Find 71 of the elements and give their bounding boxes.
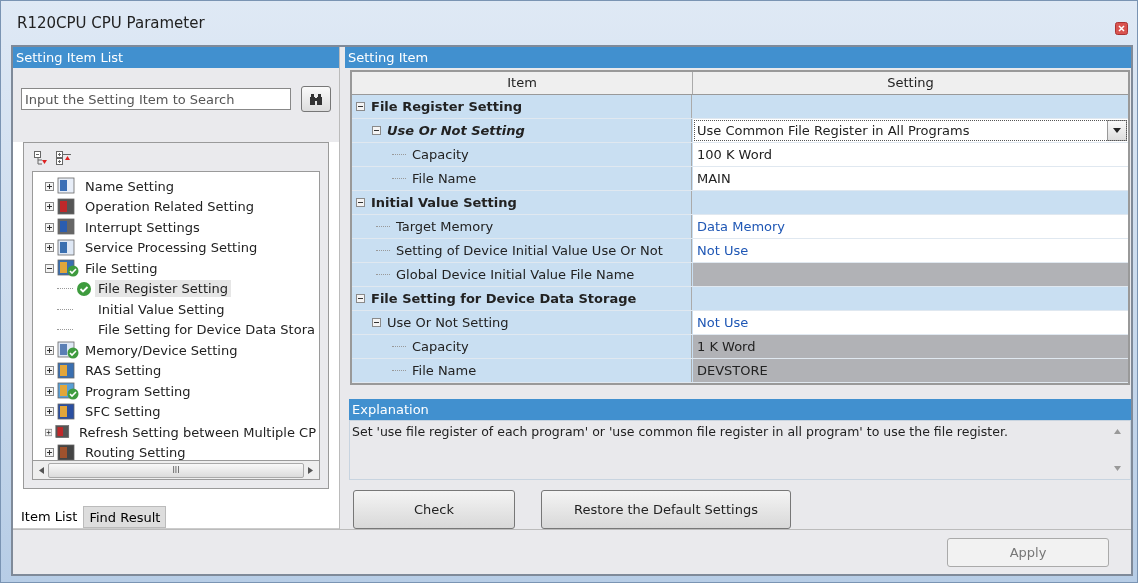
- setting-cell: DEVSTORE: [693, 359, 1128, 382]
- tree-item[interactable]: RAS Setting: [82, 362, 165, 380]
- item-label: Capacity: [412, 147, 469, 162]
- close-icon[interactable]: [1115, 21, 1128, 35]
- tree-item[interactable]: Refresh Setting between Multiple CP: [76, 423, 319, 441]
- collapse-icon[interactable]: [356, 294, 365, 303]
- caret-icon: [1113, 128, 1121, 133]
- tree-item[interactable]: File Setting for Device Data Stora: [95, 321, 318, 339]
- collapse-icon[interactable]: [372, 126, 381, 135]
- expand-icon[interactable]: [45, 181, 54, 191]
- setting-dropdown[interactable]: Use Common File Register in All Programs: [693, 119, 1128, 142]
- tree-item[interactable]: Initial Value Setting: [95, 300, 228, 318]
- expand-icon[interactable]: [45, 345, 54, 355]
- setting-cell[interactable]: 100 K Word: [693, 143, 1128, 166]
- tree-item[interactable]: File Setting: [82, 259, 161, 277]
- tree-item[interactable]: Program Setting: [82, 382, 194, 400]
- expand-all-icon[interactable]: [56, 151, 72, 165]
- tree-item[interactable]: Routing Setting: [82, 444, 189, 460]
- collapse-icon[interactable]: [356, 198, 365, 207]
- setting-cell[interactable]: MAIN: [693, 167, 1128, 190]
- expand-icon[interactable]: [45, 386, 54, 396]
- scroll-right-icon[interactable]: [308, 466, 313, 474]
- collapse-icon[interactable]: [356, 102, 365, 111]
- collapse-icon[interactable]: [372, 318, 381, 327]
- expand-icon[interactable]: [45, 427, 53, 437]
- action-button[interactable]: Check: [353, 490, 515, 529]
- expand-icon[interactable]: [45, 407, 54, 417]
- setting-cell[interactable]: Not Use: [693, 239, 1128, 262]
- item-label: Setting of Device Initial Value Use Or Not: [396, 243, 663, 258]
- panel-header: Setting Item List: [13, 47, 339, 68]
- panel-header: Setting Item: [345, 47, 1131, 68]
- tree-item[interactable]: Operation Related Setting: [82, 198, 257, 216]
- item-label: File Name: [412, 171, 477, 186]
- tree-item[interactable]: Memory/Device Setting: [82, 341, 241, 359]
- window-title: R120CPU CPU Parameter: [17, 14, 205, 32]
- column-header: Setting: [886, 74, 935, 92]
- explanation-text: Set 'use file register of each program' or 'use common file register in all program' to use the file register.: [351, 423, 1009, 441]
- item-label: Global Device Initial Value File Name: [396, 267, 635, 282]
- expand-icon[interactable]: [45, 243, 54, 253]
- scroll-grip: III: [172, 465, 180, 475]
- setting-cell: 1 K Word: [693, 335, 1128, 358]
- item-label: Use Or Not Setting: [387, 315, 509, 330]
- item-label: File Register Setting: [371, 99, 523, 114]
- tree-item[interactable]: Interrupt Settings: [82, 218, 203, 236]
- item-label: Capacity: [412, 339, 469, 354]
- expand-icon[interactable]: [45, 222, 54, 232]
- expand-icon[interactable]: [45, 202, 54, 212]
- expand-icon[interactable]: [45, 448, 54, 458]
- search-button[interactable]: [301, 86, 331, 112]
- item-label: File Name: [412, 363, 477, 378]
- horizontal-scrollbar[interactable]: III: [32, 460, 320, 480]
- expand-icon[interactable]: [45, 366, 54, 376]
- search-field[interactable]: Input the Setting Item to Search: [21, 88, 291, 110]
- setting-cell[interactable]: Data Memory: [693, 215, 1128, 238]
- action-button[interactable]: Restore the Default Settings: [541, 490, 791, 529]
- expand-icon[interactable]: [45, 263, 54, 273]
- item-label: Target Memory: [396, 219, 494, 234]
- tab[interactable]: Find Result: [83, 506, 167, 528]
- item-label: Initial Value Setting: [371, 195, 517, 210]
- tree-item[interactable]: File Register Setting: [95, 280, 232, 298]
- item-label: Use Or Not Setting: [387, 123, 525, 138]
- item-label: File Setting for Device Data Storage: [371, 291, 637, 306]
- tree-item[interactable]: Service Processing Setting: [82, 239, 261, 257]
- setting-cell[interactable]: Not Use: [693, 311, 1128, 334]
- panel-header: Explanation: [349, 399, 1131, 420]
- collapse-all-icon[interactable]: [34, 151, 48, 165]
- binoculars-icon: [309, 92, 323, 106]
- tree-item[interactable]: Name Setting: [82, 177, 178, 195]
- scroll-left-icon[interactable]: [39, 466, 44, 474]
- column-header: Item: [352, 72, 693, 94]
- tree-item[interactable]: SFC Setting: [82, 403, 164, 421]
